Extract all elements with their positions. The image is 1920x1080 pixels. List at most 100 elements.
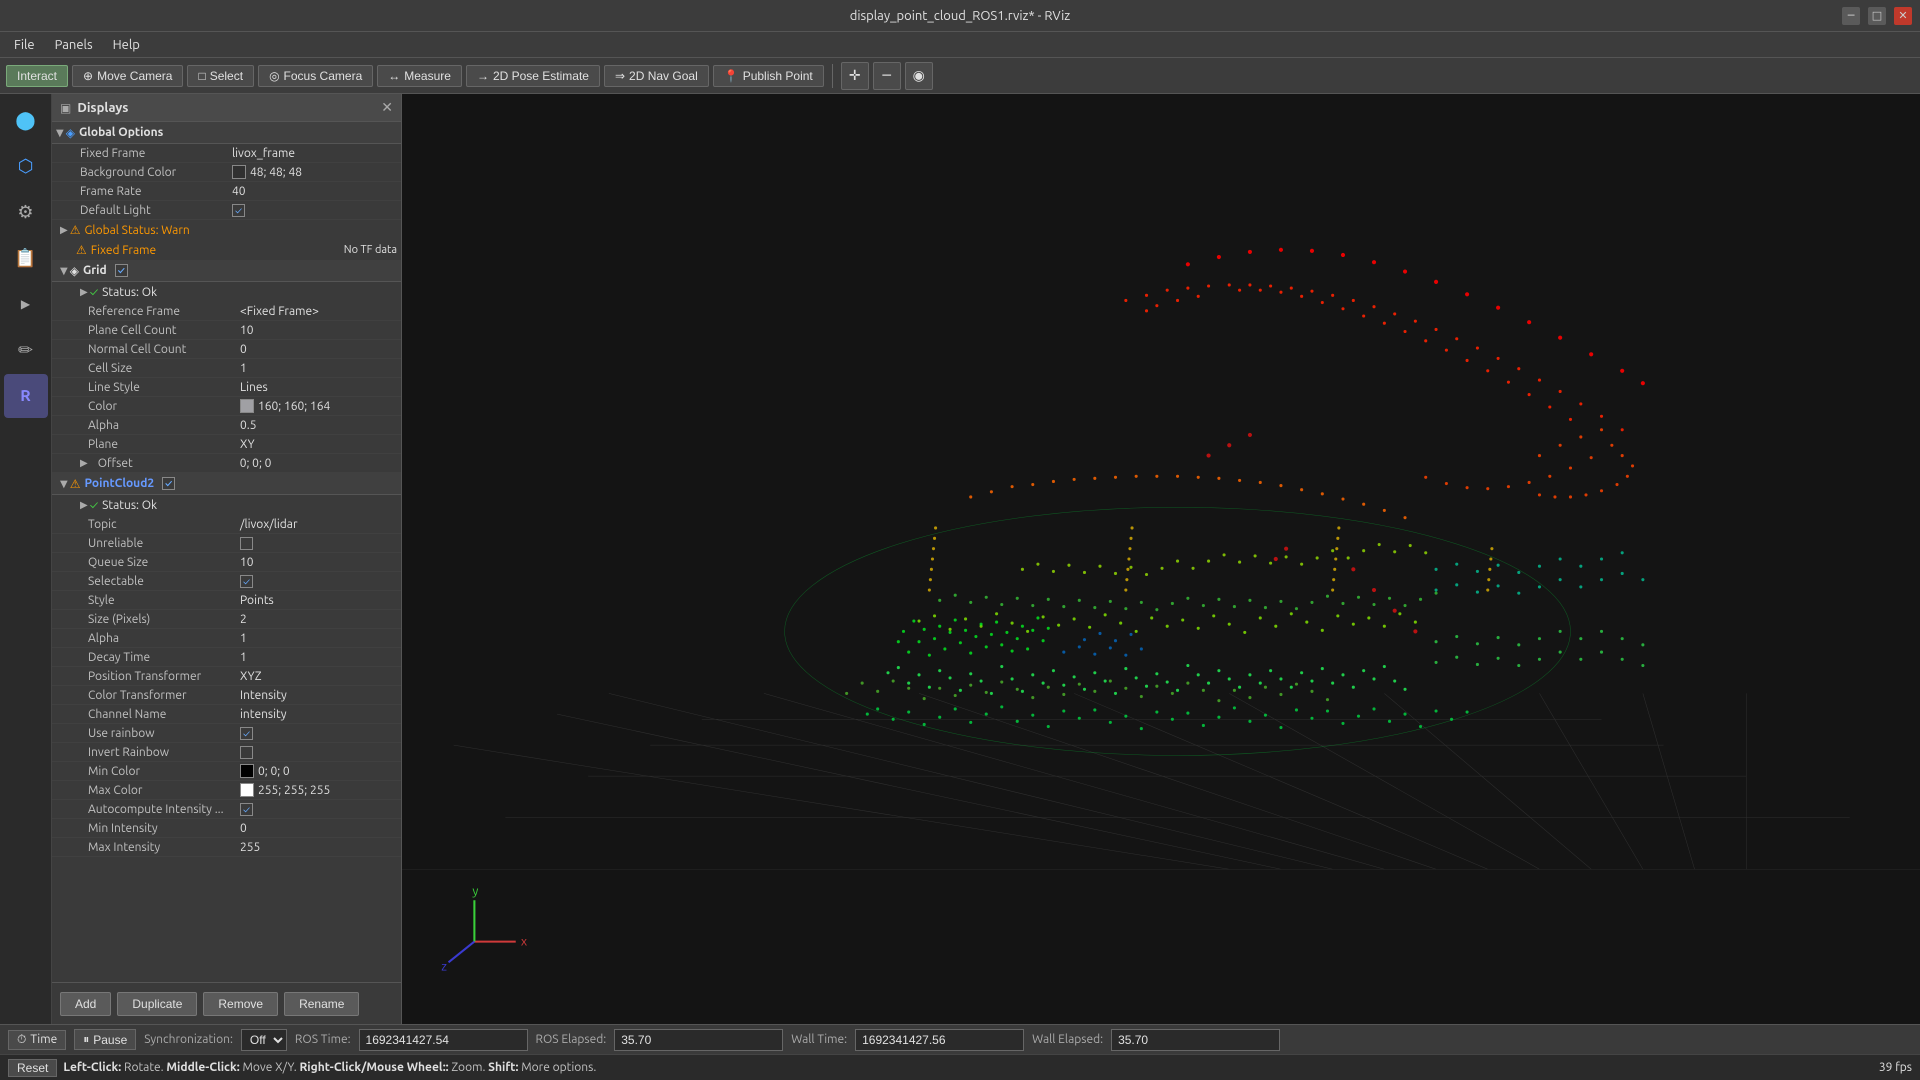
move-camera-button[interactable]: ⊕ Move Camera — [72, 65, 183, 87]
max-intensity-row: Max Intensity 255 — [52, 838, 401, 857]
max-color-swatch — [240, 783, 254, 797]
background-color-label: Background Color — [72, 166, 232, 179]
displays-panel-close[interactable]: ✕ — [381, 99, 393, 116]
grid-status-expand[interactable]: ▶ — [80, 286, 88, 298]
selectable-checkbox[interactable] — [240, 575, 253, 588]
global-options-header[interactable]: ▼ ◈ Global Options — [52, 122, 401, 144]
fixed-frame-warn-row[interactable]: ⚠ Fixed Frame No TF data — [52, 240, 401, 260]
topic-value[interactable]: /livox/lidar — [240, 518, 397, 531]
pc-style-value[interactable]: Points — [240, 594, 397, 607]
invert-rainbow-checkbox[interactable] — [240, 746, 253, 759]
offset-expand[interactable]: ▶ — [80, 457, 88, 469]
menu-help[interactable]: Help — [103, 36, 150, 54]
pose-estimate-button[interactable]: → 2D Pose Estimate — [466, 65, 600, 87]
reset-button[interactable]: Reset — [8, 1059, 57, 1077]
pc-status-expand[interactable]: ▶ — [80, 499, 88, 511]
queue-size-label: Queue Size — [80, 556, 240, 569]
menu-panels[interactable]: Panels — [45, 36, 103, 54]
default-light-value[interactable] — [232, 204, 397, 217]
sidebar-icon-vscode[interactable]: ⬡ — [4, 144, 48, 188]
invert-rainbow-value[interactable] — [240, 746, 397, 759]
global-status-label: Global Status: Warn — [84, 224, 189, 237]
reference-frame-value[interactable]: <Fixed Frame> — [240, 305, 397, 318]
line-style-value[interactable]: Lines — [240, 381, 397, 394]
default-light-checkbox[interactable] — [232, 204, 245, 217]
grid-status-row[interactable]: ▶ ✓ Status: Ok — [52, 282, 401, 302]
nav-goal-button[interactable]: ⇒ 2D Nav Goal — [604, 65, 709, 87]
decay-time-value[interactable]: 1 — [240, 651, 397, 664]
sidebar-icon-chrome[interactable]: ⬤ — [4, 98, 48, 142]
fixed-frame-warn-label: Fixed Frame — [91, 244, 156, 257]
line-style-row: Line Style Lines — [52, 378, 401, 397]
select-button[interactable]: □ Select — [187, 65, 254, 87]
remove-display-button[interactable]: Remove — [203, 992, 278, 1016]
ros-elapsed-input[interactable] — [614, 1029, 783, 1051]
displays-scroll[interactable]: ▼ ◈ Global Options Fixed Frame livox_fra… — [52, 122, 401, 982]
minimize-button[interactable]: ─ — [1842, 7, 1860, 25]
max-intensity-value[interactable]: 255 — [240, 841, 397, 854]
autocompute-intensity-checkbox[interactable] — [240, 803, 253, 816]
wall-time-input[interactable] — [855, 1029, 1024, 1051]
camera-button[interactable]: ◉ — [905, 62, 933, 90]
color-transformer-value[interactable]: Intensity — [240, 689, 397, 702]
sidebar-icon-terminal[interactable]: ▶ — [4, 282, 48, 326]
close-button[interactable]: ✕ — [1894, 7, 1912, 25]
add-axis-button[interactable]: ✛ — [841, 62, 869, 90]
pc-alpha-value[interactable]: 1 — [240, 632, 397, 645]
duplicate-display-button[interactable]: Duplicate — [117, 992, 197, 1016]
channel-name-value[interactable]: intensity — [240, 708, 397, 721]
ros-time-input[interactable] — [359, 1029, 528, 1051]
grid-alpha-value[interactable]: 0.5 — [240, 419, 397, 432]
add-display-button[interactable]: Add — [60, 992, 111, 1016]
maximize-button[interactable]: □ — [1868, 7, 1886, 25]
grid-plane-value[interactable]: XY — [240, 438, 397, 451]
pointcloud2-header[interactable]: ▼ ⚠ PointCloud2 — [52, 473, 401, 495]
pc-status-icon: ✓ — [90, 499, 98, 512]
rename-display-button[interactable]: Rename — [284, 992, 359, 1016]
invert-rainbow-row: Invert Rainbow — [52, 743, 401, 762]
background-color-value[interactable]: 48; 48; 48 — [232, 165, 397, 179]
grid-offset-value[interactable]: 0; 0; 0 — [240, 457, 397, 470]
min-intensity-value[interactable]: 0 — [240, 822, 397, 835]
unreliable-value[interactable] — [240, 537, 397, 550]
sync-select[interactable]: Off — [241, 1029, 287, 1051]
menu-file[interactable]: File — [4, 36, 45, 54]
viewport[interactable]: x y z — [402, 94, 1920, 1024]
unreliable-checkbox[interactable] — [240, 537, 253, 550]
interact-button[interactable]: Interact — [6, 65, 68, 87]
global-status-row[interactable]: ▶ ⚠ Global Status: Warn — [52, 220, 401, 240]
position-transformer-value[interactable]: XYZ — [240, 670, 397, 683]
wall-elapsed-input[interactable] — [1111, 1029, 1280, 1051]
measure-button[interactable]: ↔ Measure — [377, 65, 462, 87]
max-color-value[interactable]: 255; 255; 255 — [240, 783, 397, 797]
grid-checkbox[interactable] — [115, 264, 128, 277]
grid-color-value[interactable]: 160; 160; 164 — [240, 399, 397, 413]
min-color-value[interactable]: 0; 0; 0 — [240, 764, 397, 778]
pointcloud2-expand[interactable]: ▼ — [60, 478, 68, 490]
sidebar-icon-rviz[interactable]: R — [4, 374, 48, 418]
size-pixels-value[interactable]: 2 — [240, 613, 397, 626]
plane-cell-count-value[interactable]: 10 — [240, 324, 397, 337]
queue-size-value[interactable]: 10 — [240, 556, 397, 569]
fixed-frame-value[interactable]: livox_frame — [232, 147, 397, 160]
global-status-expand[interactable]: ▶ — [60, 224, 68, 236]
sidebar-icon-files[interactable]: 📋 — [4, 236, 48, 280]
selectable-value[interactable] — [240, 575, 397, 588]
autocompute-intensity-value[interactable] — [240, 803, 397, 816]
sidebar-icon-edit[interactable]: ✏ — [4, 328, 48, 372]
remove-button[interactable]: ─ — [873, 62, 901, 90]
normal-cell-count-value[interactable]: 0 — [240, 343, 397, 356]
frame-rate-value[interactable]: 40 — [232, 185, 397, 198]
publish-point-button[interactable]: 📍 Publish Point — [713, 65, 824, 87]
use-rainbow-checkbox[interactable] — [240, 727, 253, 740]
focus-camera-button[interactable]: ◎ Focus Camera — [258, 65, 373, 87]
global-options-expand[interactable]: ▼ — [56, 127, 64, 139]
sidebar-icon-settings[interactable]: ⚙ — [4, 190, 48, 234]
grid-expand[interactable]: ▼ — [60, 265, 68, 277]
pause-button[interactable]: ⏸ Pause — [74, 1029, 136, 1050]
use-rainbow-value[interactable] — [240, 727, 397, 740]
grid-header[interactable]: ▼ ◈ Grid — [52, 260, 401, 282]
pointcloud2-checkbox[interactable] — [162, 477, 175, 490]
cell-size-value[interactable]: 1 — [240, 362, 397, 375]
pc-status-row[interactable]: ▶ ✓ Status: Ok — [52, 495, 401, 515]
